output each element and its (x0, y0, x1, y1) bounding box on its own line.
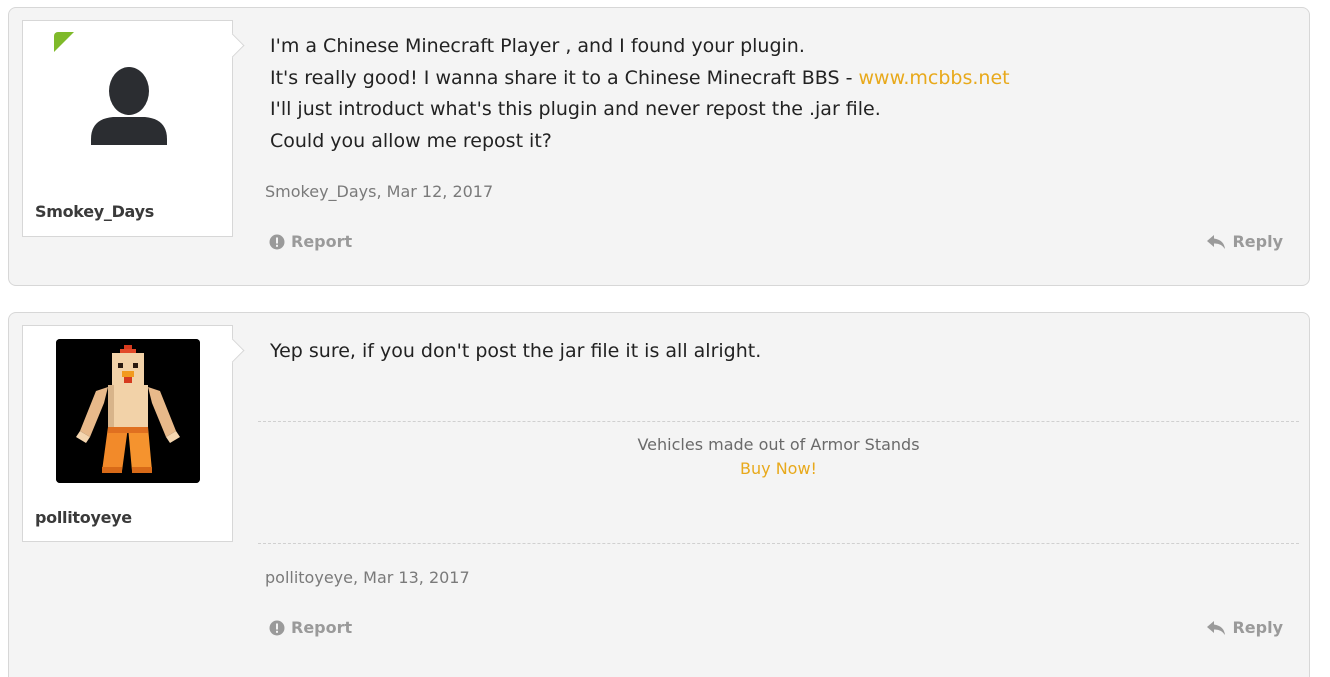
message-line: It's really good! I wanna share it to a … (270, 66, 1010, 89)
external-link[interactable]: www.mcbbs.net (859, 67, 1010, 89)
divider (258, 421, 1299, 422)
divider (258, 543, 1299, 544)
reply-button[interactable]: Reply (1207, 618, 1283, 637)
message-line: I'll just introduct what's this plugin a… (270, 98, 881, 120)
exclamation-circle-icon (269, 620, 285, 635)
message-line: Yep sure, if you don't post the jar file… (270, 340, 762, 362)
default-avatar-icon[interactable] (79, 57, 179, 157)
username-link[interactable]: Smokey_Days (35, 202, 154, 221)
post-meta: Smokey_Days, Mar 12, 2017 (265, 182, 494, 201)
post-date-link[interactable]: Mar 12, 2017 (387, 182, 494, 201)
user-card: Smokey_Days (22, 20, 245, 237)
reply-label: Reply (1232, 232, 1283, 251)
report-label: Report (291, 232, 353, 251)
post-meta: pollitoyeye, Mar 13, 2017 (265, 568, 470, 587)
reply-label: Reply (1232, 618, 1283, 637)
message-post: pollitoyeye Yep sure, if you don't post … (8, 312, 1310, 677)
report-button[interactable]: Report (269, 618, 352, 637)
message-line: I'm a Chinese Minecraft Player , and I f… (270, 35, 805, 57)
message-body: Yep sure, if you don't post the jar file… (270, 336, 761, 368)
signature-text: Vehicles made out of Armor Stands (637, 435, 920, 454)
online-indicator-icon (54, 32, 74, 52)
post-date-link[interactable]: Mar 13, 2017 (363, 568, 470, 587)
card-arrow (220, 33, 245, 58)
report-label: Report (291, 618, 353, 637)
message-body: I'm a Chinese Minecraft Player , and I f… (270, 31, 1010, 157)
message-post: Smokey_Days I'm a Chinese Minecraft Play… (8, 7, 1310, 286)
reply-button[interactable]: Reply (1207, 232, 1283, 251)
report-button[interactable]: Report (269, 232, 352, 251)
reply-arrow-icon (1207, 234, 1226, 249)
message-line: Could you allow me repost it? (270, 129, 552, 152)
user-card: pollitoyeye (22, 325, 245, 542)
signature-buy-link[interactable]: Buy Now! (258, 457, 1299, 481)
meta-author-link[interactable]: Smokey_Days (265, 182, 376, 201)
avatar[interactable] (56, 339, 200, 483)
chicken-avatar-icon (56, 339, 200, 483)
signature: Vehicles made out of Armor Stands Buy No… (258, 433, 1299, 481)
exclamation-circle-icon (269, 234, 285, 249)
reply-arrow-icon (1207, 620, 1226, 635)
username-link[interactable]: pollitoyeye (35, 508, 132, 527)
meta-author-link[interactable]: pollitoyeye (265, 568, 353, 587)
card-arrow (220, 338, 245, 363)
